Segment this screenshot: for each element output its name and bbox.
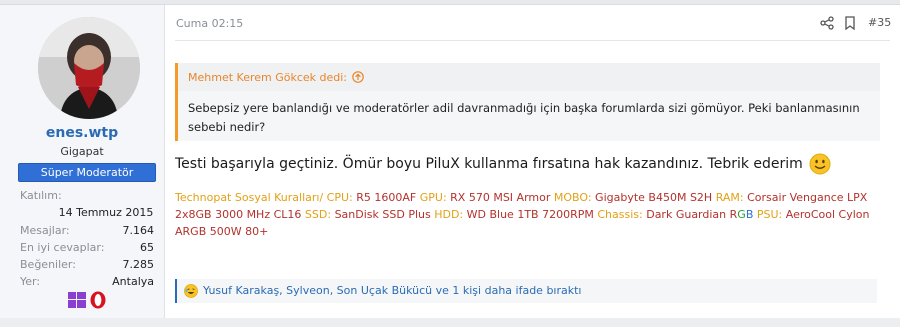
post-date[interactable]: Cuma 02:15 — [176, 17, 243, 30]
sig-rgb-b: B — [745, 208, 754, 221]
windows-icon — [68, 292, 86, 308]
quote-header: Mehmet Kerem Gökcek dedi: — [178, 63, 880, 91]
joined-value: 14 Temmuz 2015 — [58, 206, 154, 219]
sig-hdd-label: HDD: — [434, 208, 464, 221]
reaction-bar[interactable]: Yusuf Karakaş, Sylveon, Son Uçak Bükücü … — [175, 279, 877, 303]
messages-value[interactable]: 7.164 — [123, 224, 155, 237]
sig-gpu-label: GPU: — [419, 191, 447, 204]
avatar[interactable] — [38, 17, 140, 119]
user-platform-icons — [68, 291, 112, 309]
post-container: enes.wtp Gigapat Süper Moderatör Katılım… — [0, 4, 900, 319]
sig-ram-label: RAM: — [715, 191, 744, 204]
signature-rules-link[interactable]: Technopat Sosyal Kuralları — [175, 191, 319, 204]
post-message: Testi başarıyla geçtiniz. Ömür boyu Pilu… — [175, 156, 803, 172]
sig-rgb-g: G — [737, 208, 746, 221]
quote-author[interactable]: Mehmet Kerem Gökcek dedi: — [188, 71, 347, 84]
post-main: Cuma 02:15 #35 Mehmet Kerem Gökcek dedi:… — [165, 5, 900, 318]
user-title: Gigapat — [60, 145, 104, 158]
post-actions: #35 — [820, 15, 891, 34]
share-icon[interactable] — [820, 15, 834, 34]
sig-hdd-value: WD Blue 1TB 7200RPM — [466, 208, 594, 221]
quote-block: Mehmet Kerem Gökcek dedi: Sebepsiz yere … — [175, 63, 880, 141]
sig-cpu-value: R5 1600AF — [356, 191, 417, 204]
sig-chassis-label: Chassis: — [597, 208, 643, 221]
signature: Technopat Sosyal Kuralları/ CPU: R5 1600… — [175, 189, 881, 240]
likes-value: 7.285 — [122, 258, 155, 271]
arrow-up-circle-icon[interactable] — [352, 71, 364, 83]
header-divider — [175, 40, 890, 41]
sig-ssd-label: SSD: — [304, 208, 332, 221]
location-value[interactable]: Antalya — [112, 275, 154, 288]
sig-gpu-value: RX 570 MSI Armor — [450, 191, 551, 204]
avatar-image — [38, 17, 140, 119]
best-answers-label: En iyi cevaplar: — [20, 241, 105, 254]
username[interactable]: enes.wtp — [0, 125, 164, 141]
sig-cpu-label: CPU: — [326, 191, 353, 204]
sig-mobo-value: Gigabyte B450M S2H — [595, 191, 713, 204]
role-banner: Süper Moderatör — [18, 163, 156, 182]
quote-text: Sebepsiz yere banlandığı ve moderatörler… — [188, 101, 860, 134]
signature-separator: / — [319, 191, 324, 204]
smiling-face-icon — [809, 153, 831, 175]
likes-label: Beğeniler: — [20, 258, 76, 271]
laughing-face-icon — [184, 284, 198, 298]
sig-chassis-value: Dark Guardian — [646, 208, 727, 221]
sig-psu-label: PSU: — [756, 208, 783, 221]
bookmark-icon[interactable] — [844, 15, 856, 34]
reaction-text[interactable]: Yusuf Karakaş, Sylveon, Son Uçak Bükücü … — [203, 284, 581, 297]
messages-label: Mesajlar: — [20, 224, 70, 237]
next-post-strip — [0, 318, 900, 327]
user-sidebar: enes.wtp Gigapat Süper Moderatör Katılım… — [0, 5, 165, 318]
post-number[interactable]: #35 — [868, 16, 891, 29]
best-answers-value: 65 — [140, 241, 154, 254]
sig-rgb: RGB — [730, 208, 754, 221]
location-label: Yer: — [20, 275, 41, 288]
sig-ssd-value: SanDisk SSD Plus — [334, 208, 431, 221]
joined-label: Katılım: — [20, 189, 62, 202]
sig-mobo-label: MOBO: — [553, 191, 592, 204]
opera-icon — [90, 291, 106, 309]
